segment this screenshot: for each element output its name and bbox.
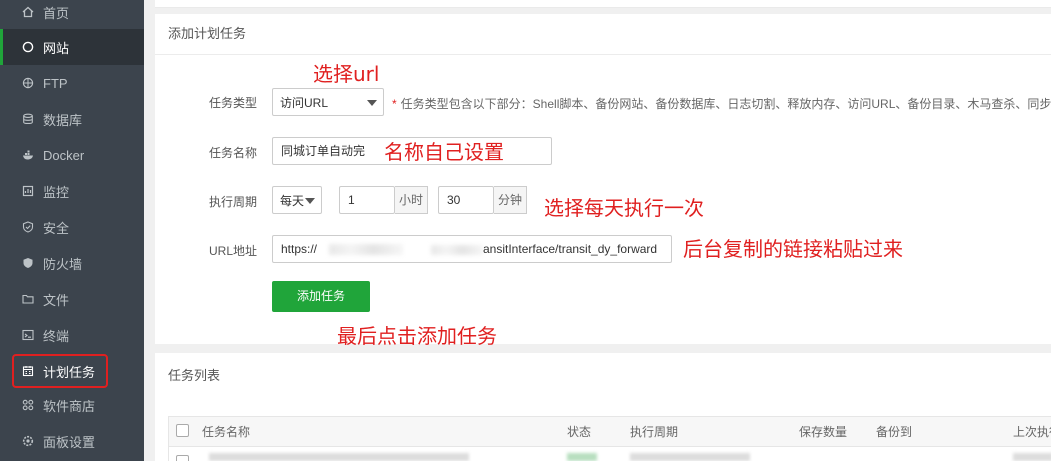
folder-icon	[22, 293, 34, 305]
column-header[interactable]: 保存数量	[799, 417, 847, 447]
sidebar-item-label: 计划任务	[43, 364, 96, 380]
monitor-icon	[22, 185, 34, 197]
sidebar-item-ftp[interactable]: FTP	[0, 65, 144, 101]
calendar-icon	[22, 365, 34, 377]
annotation-paste-link: 后台复制的链接粘贴过来	[683, 237, 903, 261]
shield-check-icon	[22, 221, 34, 233]
docker-icon	[22, 149, 34, 161]
sidebar-item-label: 安全	[43, 220, 70, 236]
sidebar-item-label: FTP	[43, 75, 68, 91]
sidebar-item-label: 面板设置	[43, 434, 96, 450]
sidebar-item-app-store[interactable]: 软件商店	[0, 387, 144, 423]
add-task-panel: 添加计划任务 任务类型 访问URL * 任务类型包含以下部分：Shell脚本、备份…	[155, 14, 1051, 348]
table-row	[209, 453, 469, 461]
divider	[155, 54, 1051, 55]
main-content: 添加计划任务 任务类型 访问URL * 任务类型包含以下部分：Shell脚本、备份…	[144, 0, 1051, 461]
chevron-down-icon	[305, 198, 315, 204]
cycle-label: 执行周期	[208, 195, 257, 209]
row-checkbox[interactable]	[176, 455, 189, 461]
sidebar-item-monitor[interactable]: 监控	[0, 173, 144, 209]
task-type-select[interactable]: 访问URL	[272, 88, 384, 116]
sidebar: 首页 网站 FTP 数据库 Docker 监控 安全 防火墙 文件 终端 计划任…	[0, 0, 144, 461]
sidebar-item-firewall[interactable]: 防火墙	[0, 245, 144, 281]
sidebar-item-label: 监控	[43, 184, 70, 200]
task-table: 任务名称 状态 执行周期 保存数量 备份到 上次执行	[168, 416, 1051, 461]
panel-title: 添加计划任务	[168, 26, 247, 41]
sidebar-item-database[interactable]: 数据库	[0, 101, 144, 137]
sidebar-item-label: 终端	[43, 328, 70, 344]
minute-input[interactable]: 30	[438, 186, 494, 214]
minute-unit: 分钟	[494, 186, 527, 214]
ftp-icon	[22, 77, 34, 89]
column-header[interactable]: 执行周期	[630, 417, 678, 447]
firewall-shield-icon	[22, 257, 34, 269]
annotation-name-self: 名称自己设置	[384, 140, 504, 164]
annotation-daily: 选择每天执行一次	[544, 196, 704, 220]
task-type-hint: * 任务类型包含以下部分：Shell脚本、备份网站、备份数据库、日志切割、释放内存…	[392, 97, 1051, 111]
sidebar-item-label: 防火墙	[43, 256, 83, 272]
settings-gear-icon	[22, 435, 34, 447]
chevron-down-icon	[367, 100, 377, 106]
column-header[interactable]: 任务名称	[202, 417, 250, 447]
sidebar-item-panel-settings[interactable]: 面板设置	[0, 423, 144, 459]
cycle-select[interactable]: 每天	[272, 186, 322, 214]
sidebar-item-label: 数据库	[43, 112, 83, 128]
redacted-region	[329, 244, 403, 255]
sidebar-item-label: 首页	[43, 5, 70, 21]
sidebar-item-security[interactable]: 安全	[0, 209, 144, 245]
hour-unit: 小时	[395, 186, 428, 214]
sidebar-item-label: 文件	[43, 292, 70, 308]
task-list-panel: 任务列表 任务名称 状态 执行周期 保存数量 备份到 上次执行	[155, 353, 1051, 461]
url-input[interactable]: https:// ansitInterface/transit_dy_forwa…	[272, 235, 672, 263]
annotation-choose-url: 选择url	[313, 62, 380, 86]
home-icon	[22, 6, 34, 18]
sidebar-item-website[interactable]: 网站	[0, 29, 144, 65]
redacted-region	[431, 245, 483, 255]
task-type-value: 访问URL	[280, 95, 329, 110]
previous-panel-edge	[155, 0, 1051, 8]
sidebar-item-cron[interactable]: 计划任务	[0, 353, 144, 389]
url-suffix: ansitInterface/transit_dy_forward	[483, 242, 658, 256]
hour-input[interactable]: 1	[339, 186, 395, 214]
task-type-hint-text: 任务类型包含以下部分：Shell脚本、备份网站、备份数据库、日志切割、释放内存、…	[400, 97, 1051, 111]
status-badge	[567, 453, 597, 461]
sidebar-item-home[interactable]: 首页	[0, 0, 144, 30]
sidebar-item-label: 网站	[43, 40, 70, 56]
cycle-value: 每天	[280, 193, 305, 208]
add-task-button[interactable]: 添加任务	[272, 281, 370, 312]
annotation-click-add: 最后点击添加任务	[337, 324, 497, 348]
task-name-label: 任务名称	[208, 146, 257, 160]
column-header[interactable]: 状态	[567, 417, 591, 447]
table-row	[1013, 453, 1051, 461]
sidebar-item-docker[interactable]: Docker	[0, 137, 144, 173]
url-label: URL地址	[208, 244, 257, 258]
sidebar-item-terminal[interactable]: 终端	[0, 317, 144, 353]
globe-icon	[22, 41, 34, 53]
terminal-icon	[22, 329, 34, 341]
table-row	[630, 453, 750, 461]
url-prefix: https://	[281, 242, 318, 256]
sidebar-item-label: Docker	[43, 147, 85, 163]
database-icon	[22, 113, 34, 125]
column-header[interactable]: 上次执行	[1013, 417, 1051, 447]
column-header[interactable]: 备份到	[876, 417, 912, 447]
task-type-label: 任务类型	[208, 96, 257, 110]
table-header: 任务名称 状态 执行周期 保存数量 备份到 上次执行	[169, 417, 1051, 447]
select-all-checkbox[interactable]	[176, 424, 189, 437]
sidebar-item-files[interactable]: 文件	[0, 281, 144, 317]
panel-title: 任务列表	[168, 368, 221, 383]
sidebar-item-label: 软件商店	[43, 398, 96, 414]
apps-grid-icon	[22, 399, 34, 411]
